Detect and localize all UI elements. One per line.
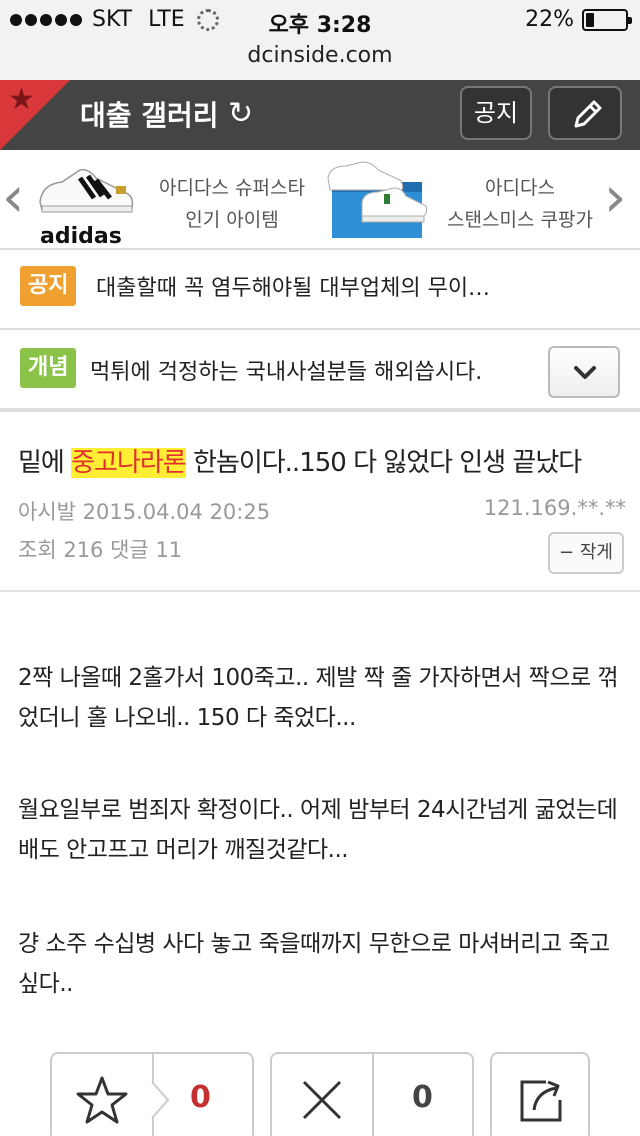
nonrecommend-button[interactable]: 0	[270, 1052, 474, 1136]
battery-icon	[582, 8, 632, 31]
concept-row[interactable]: 개념 먹튀에 걱정하는 국내사설분들 해외씁시다.	[0, 330, 640, 412]
pencil-icon	[574, 100, 602, 128]
button-divider	[372, 1054, 374, 1136]
concept-tag: 개념	[20, 348, 77, 388]
ad-item1-text[interactable]: 아디다스 슈퍼스타 인기 아이템	[152, 172, 312, 236]
star-icon[interactable]: ★	[8, 82, 35, 117]
ad-item1-line1: 아디다스 슈퍼스타	[159, 177, 305, 199]
post-title: 밑에 중고나라론 한놈이다..150 다 잃었다 인생 끝났다	[18, 442, 582, 479]
recommend-button[interactable]: 0	[50, 1052, 254, 1136]
share-icon	[520, 1080, 562, 1122]
notice-tag: 공지	[20, 266, 77, 306]
post-title-before: 밑에	[18, 448, 72, 478]
notice-row[interactable]: 공지 대출할때 꼭 염두해야될 대부업체의 무이…	[0, 250, 640, 330]
notice-button[interactable]: 공지	[460, 86, 532, 140]
post-author[interactable]: 아시발	[18, 500, 76, 524]
chevron-down-icon	[574, 366, 596, 379]
post-paragraph: 2짝 나올때 2홀가서 100죽고.. 제발 짝 줄 가자하면서 짝으로 꺾었더…	[18, 665, 619, 731]
minus-icon: −	[559, 542, 575, 563]
share-button[interactable]	[490, 1052, 590, 1136]
chevron-left-icon[interactable]: ‹	[2, 170, 24, 226]
divider	[0, 590, 640, 592]
views-count: 216	[63, 538, 104, 562]
sneaker-image	[39, 168, 134, 213]
ad-item1-line2: 인기 아이템	[185, 209, 279, 231]
post-author-date: 아시발 2015.04.04 20:25	[18, 496, 270, 526]
post-paragraph: 월요일부로 범죄자 확정이다.. 어제 밤부터 24시간넘게 굶었는데 배도 안…	[18, 797, 618, 863]
post-date: 2015.04.04 20:25	[82, 500, 271, 524]
post-paragraph: 걍 소주 수십병 사다 놓고 죽을때까지 무한으로 마셔버리고 죽고싶다..	[18, 931, 610, 997]
comments-label: 댓글	[110, 538, 149, 562]
post-title-after: 한놈이다..150 다 잃었다 인생 끝났다	[185, 448, 582, 478]
notice-text[interactable]: 대출할때 꼭 염두해야될 대부업체의 무이…	[96, 270, 490, 302]
refresh-icon[interactable]: ↻	[228, 96, 253, 131]
battery-percent: 22%	[525, 7, 574, 32]
gallery-title[interactable]: 대출 갤러리	[80, 94, 219, 134]
close-icon	[302, 1080, 342, 1120]
chevron-right-icon[interactable]: ›	[604, 170, 626, 226]
expand-dropdown-button[interactable]	[548, 346, 620, 398]
recommend-count: 0	[190, 1080, 211, 1115]
gallery-header: ★ 대출 갤러리 ↻ 공지	[0, 80, 640, 150]
star-outline-icon	[76, 1076, 128, 1124]
post-title-highlight: 중고나라론	[71, 448, 187, 478]
adidas-logo: adidas	[40, 224, 122, 249]
write-button[interactable]	[548, 86, 622, 140]
sneaker-box-image	[327, 161, 428, 238]
views-label: 조회	[18, 538, 57, 562]
chevron-right-icon	[151, 1081, 170, 1119]
comments-count: 11	[155, 538, 183, 562]
post-ip: 121.169.**.**	[483, 496, 626, 520]
font-size-label: 작게	[579, 542, 613, 563]
status-right: 22%	[525, 7, 632, 32]
nonrecommend-count: 0	[412, 1080, 433, 1115]
concept-text[interactable]: 먹튀에 걱정하는 국내사설분들 해외씁시다.	[90, 354, 482, 386]
ad-banner[interactable]: ‹ adidas 아디다스 슈퍼스타 인기 아이템 아디다스 스탠스미스 쿠팡가…	[0, 150, 640, 250]
font-size-button[interactable]: − 작게	[548, 532, 624, 574]
ad-item2-line2: 스탠스미스 쿠팡가	[447, 209, 593, 231]
ad-item2-text[interactable]: 아디다스 스탠스미스 쿠팡가	[440, 172, 600, 236]
url-bar[interactable]: dcinside.com	[0, 42, 640, 80]
status-bar: SKT LTE 오후 3:28 22%	[0, 0, 640, 42]
post-stats: 조회 216 댓글 11	[18, 534, 182, 564]
ad-item2-line1: 아디다스	[485, 177, 555, 199]
